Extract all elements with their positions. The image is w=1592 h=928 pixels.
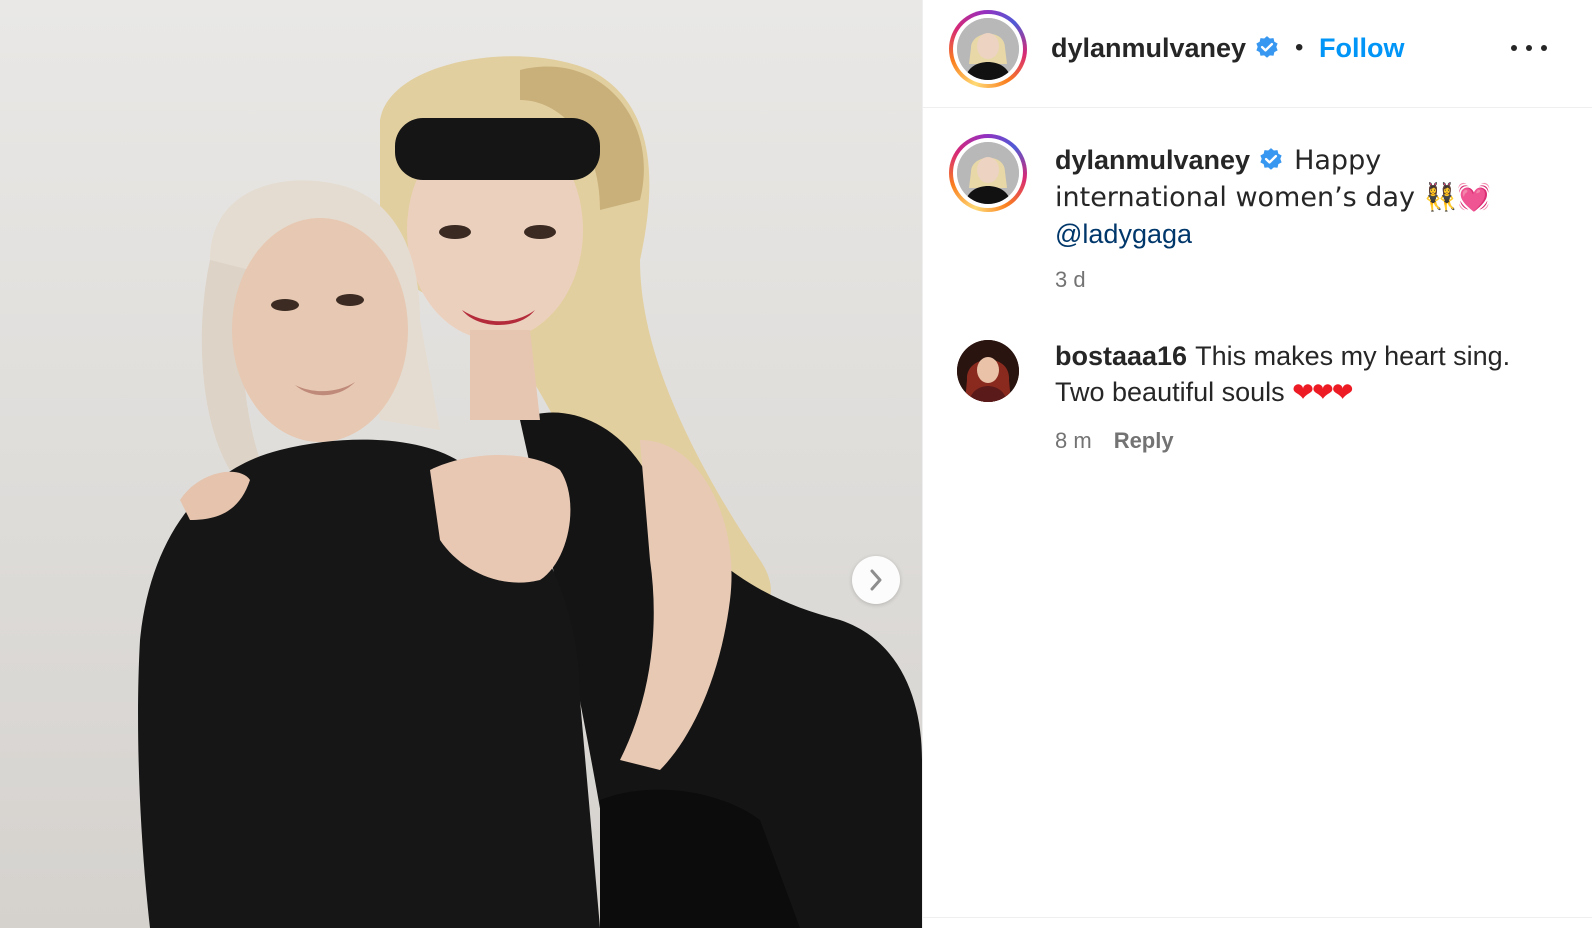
comment-timestamp[interactable]: 8 m [1055, 428, 1092, 454]
header-username-row: dylanmulvaney [1051, 30, 1280, 66]
comment-item: bostaaa16 This makes my heart sing. Two b… [1055, 338, 1555, 411]
comment-username[interactable]: bostaaa16 [1055, 341, 1187, 371]
comment-hearts: ❤❤❤ [1292, 378, 1353, 408]
comment-meta: 8 m Reply [1055, 428, 1174, 454]
avatar-photo [957, 18, 1019, 80]
reply-button[interactable]: Reply [1114, 428, 1174, 454]
caption-username[interactable]: dylanmulvaney [1055, 145, 1250, 175]
caption-author-avatar[interactable] [949, 134, 1027, 212]
commenter-avatar[interactable] [957, 340, 1019, 402]
avatar-photo [957, 340, 1019, 402]
verified-badge-icon [1256, 36, 1278, 58]
mention-link[interactable]: @ladygaga [1055, 219, 1192, 249]
next-image-button[interactable] [852, 556, 900, 604]
post-photo [138, 56, 922, 928]
post-header: dylanmulvaney • Follow [923, 0, 1592, 108]
post-caption: dylanmulvaney Happy international women’… [1055, 142, 1555, 298]
verified-badge-icon [1260, 147, 1282, 170]
chevron-right-icon [870, 569, 882, 591]
post-image[interactable] [0, 0, 922, 928]
header-username[interactable]: dylanmulvaney [1051, 30, 1246, 66]
post-sidebar: dylanmulvaney • Follow dylanmulvaney Hap… [922, 0, 1592, 928]
more-options-icon[interactable] [1511, 36, 1547, 60]
divider [923, 917, 1592, 918]
instagram-post: dylanmulvaney • Follow dylanmulvaney Hap… [0, 0, 1592, 928]
author-avatar[interactable] [949, 10, 1027, 88]
follow-button[interactable]: Follow [1319, 30, 1404, 66]
header-separator: • [1295, 34, 1304, 61]
avatar-photo [957, 142, 1019, 204]
caption-timestamp[interactable]: 3 d [1055, 262, 1555, 298]
